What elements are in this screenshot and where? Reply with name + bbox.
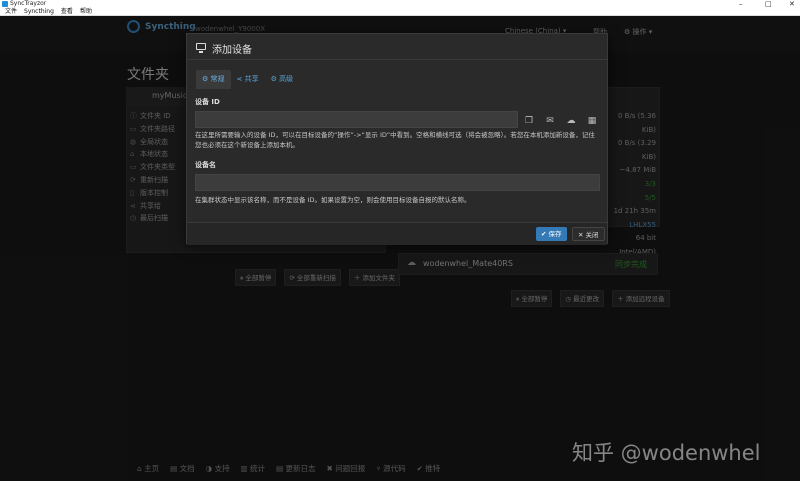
device-id-input[interactable] [195, 111, 518, 128]
tab-general[interactable]: ⚙ 常规 [196, 70, 231, 89]
tab-advanced[interactable]: ⚙ 高级 [265, 70, 300, 89]
menubar: 文件 Syncthing 查看 帮助 [0, 8, 800, 16]
window-title: SyncTrayzor [10, 0, 47, 7]
monitor-icon [196, 43, 206, 53]
dialog-tabs: ⚙ 常规 ⋖ 共享 ⚙ 高级 [196, 70, 299, 89]
menu-file[interactable]: 文件 [5, 8, 17, 15]
add-device-dialog: 添加设备 ⚙ 常规 ⋖ 共享 ⚙ 高级 设备 ID ❐ ✉ ☁ ▦ 在这里所需要… [186, 33, 608, 245]
close-window-button[interactable]: ✕ [789, 0, 795, 8]
dialog-title: 添加设备 [212, 45, 252, 56]
email-icon[interactable]: ✉ [543, 114, 557, 128]
tab-sharing[interactable]: ⋖ 共享 [231, 70, 265, 89]
window-titlebar: SyncTrayzor [0, 0, 800, 8]
dialog-header: 添加设备 [187, 34, 607, 60]
qr-code-icon[interactable]: ▦ [585, 114, 599, 128]
minimize-button[interactable]: – [739, 0, 743, 8]
device-name-label: 设备名 [195, 161, 216, 169]
menu-help[interactable]: 帮助 [80, 8, 92, 15]
maximize-button[interactable]: □ [765, 0, 772, 8]
device-name-input[interactable] [195, 174, 600, 191]
save-button[interactable]: ✔ 保存 [536, 227, 567, 241]
device-id-label: 设备 ID [195, 98, 220, 106]
dialog-footer: ✔ 保存 ✕ 关闭 [187, 222, 607, 245]
copy-icon[interactable]: ❐ [522, 114, 536, 128]
device-name-help: 在集群状态中显示该名称，而不是设备 ID。如果设置为空，则会使用目标设备自报的默… [195, 196, 471, 204]
app-icon [2, 1, 8, 7]
chat-icon[interactable]: ☁ [564, 114, 578, 128]
close-button[interactable]: ✕ 关闭 [572, 227, 605, 241]
device-id-help: 在这里所需要输入的设备 ID，可以在目标设备的“操作”->“显示 ID”中看到。… [195, 131, 595, 149]
menu-syncthing[interactable]: Syncthing [24, 8, 54, 15]
menu-view[interactable]: 查看 [61, 8, 73, 15]
